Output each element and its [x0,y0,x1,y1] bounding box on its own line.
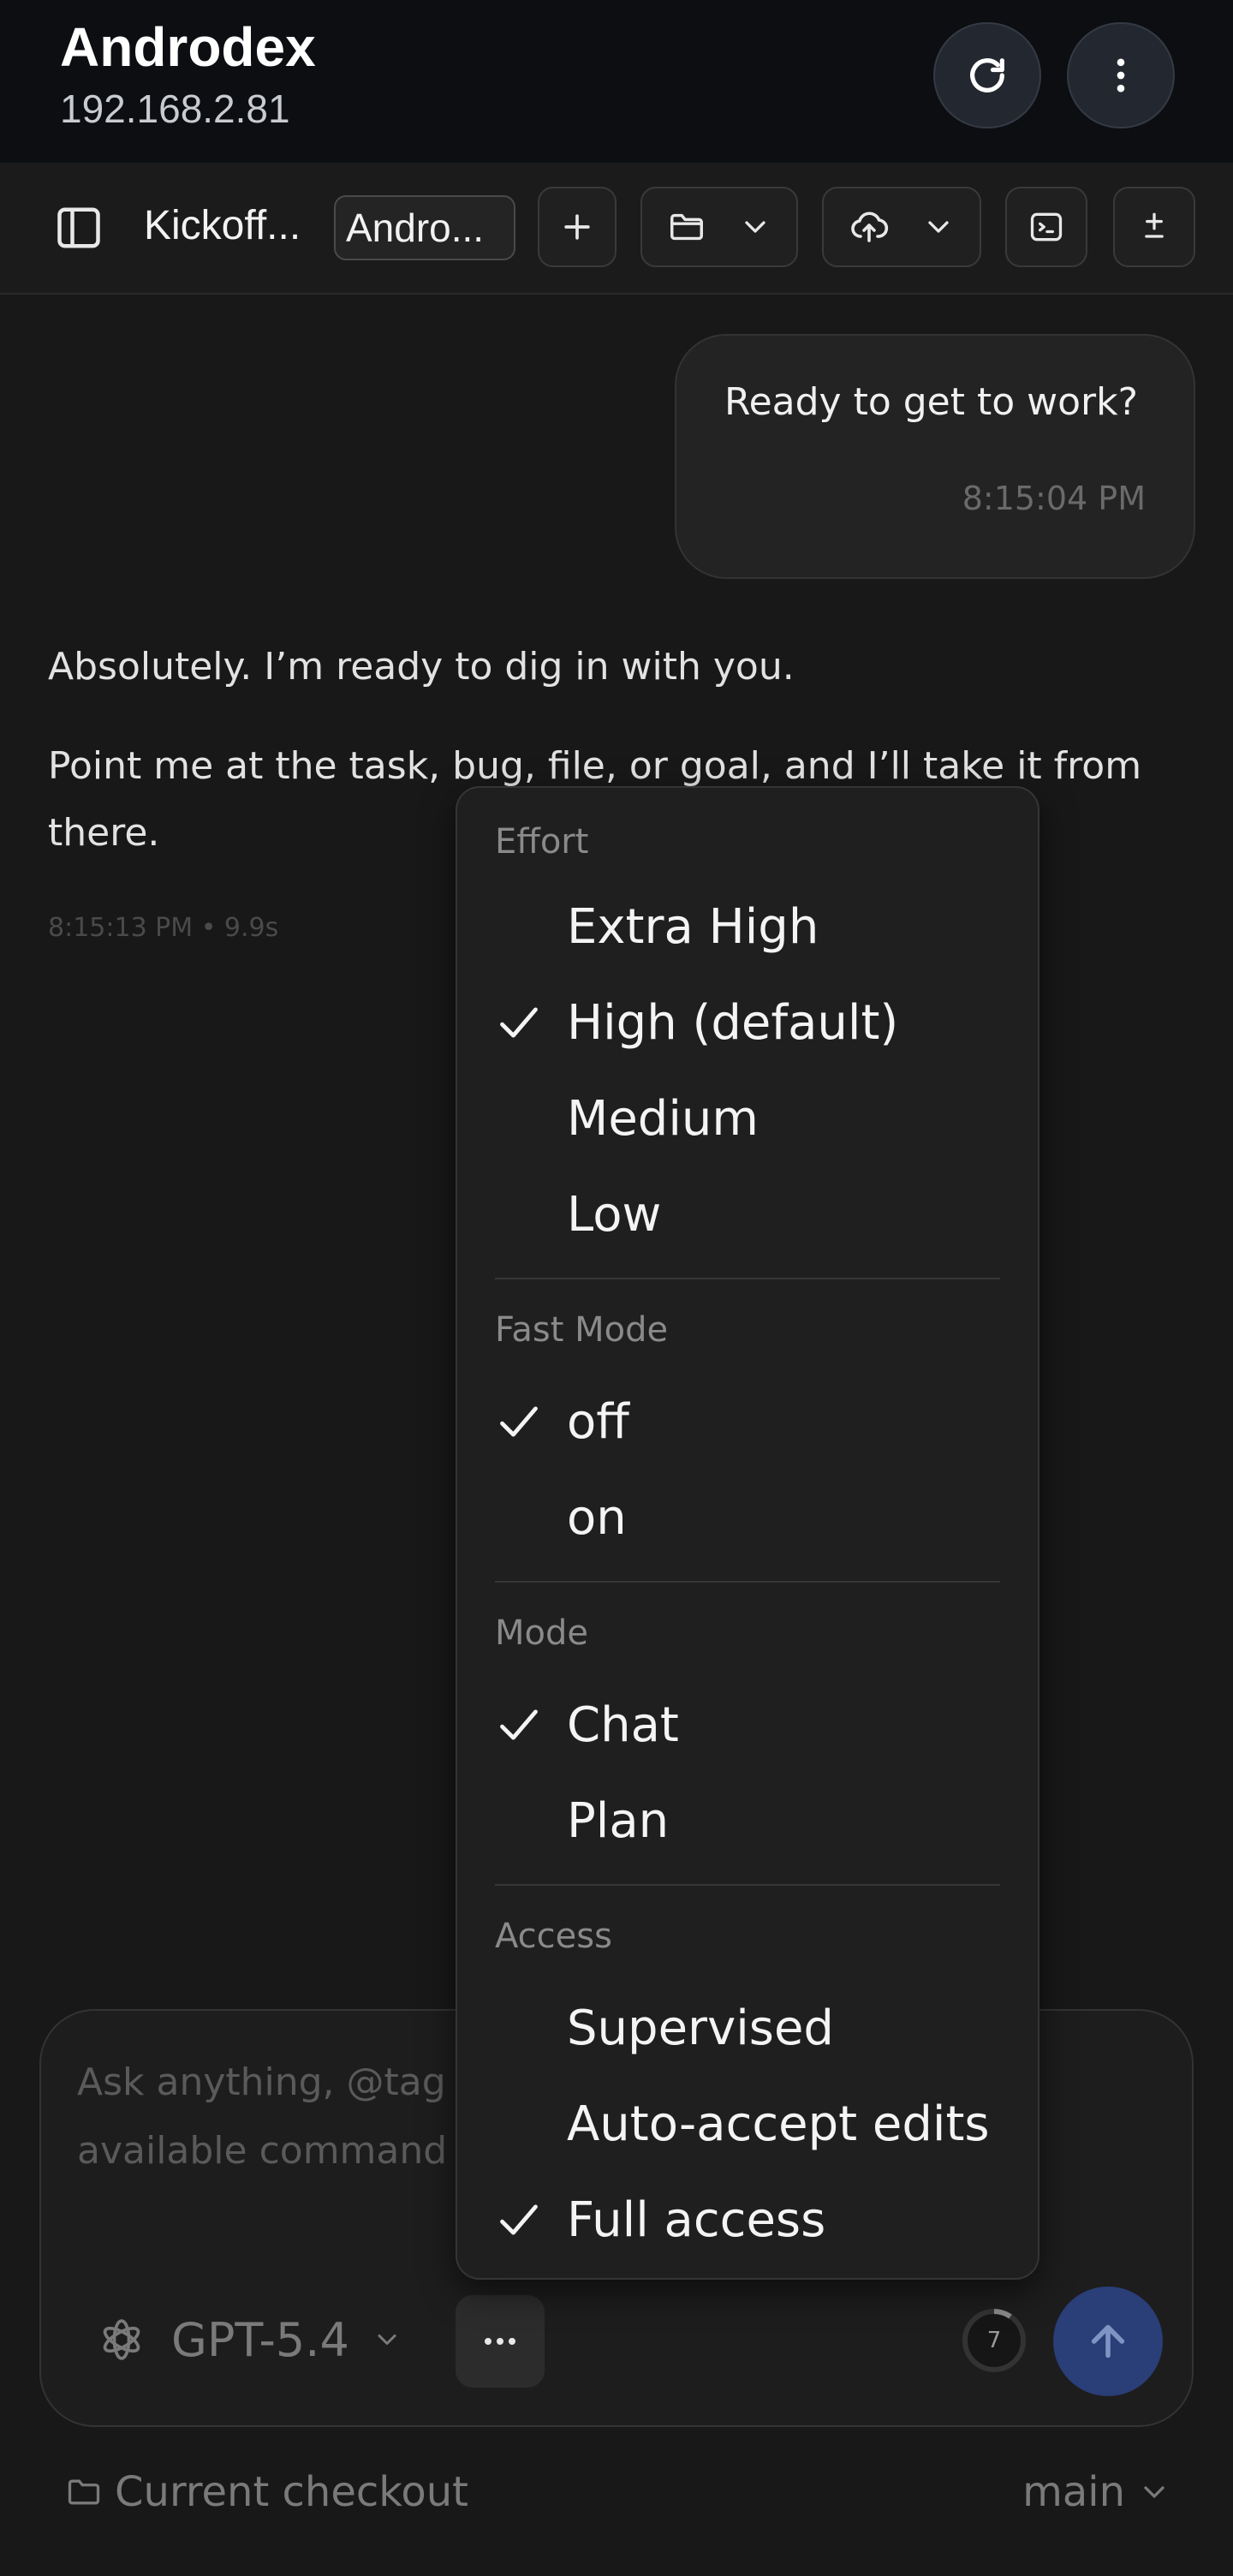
more-horizontal-icon [485,2338,515,2345]
refresh-icon [970,58,1004,92]
diff-button[interactable] [1113,187,1195,267]
assistant-message-meta: 8:15:13 PM • 9.9s [48,913,279,943]
menu-item-label: Auto-accept edits [567,2096,990,2152]
checkout-selector[interactable]: Current checkout [65,2468,468,2516]
folder-icon [670,213,703,241]
menu-item-label: on [567,1490,627,1546]
composer-options-menu: Effort Extra High High (default) Medium … [456,786,1039,2280]
menu-item-label: Supervised [567,2001,834,2056]
menu-item-effort[interactable]: High (default) [457,978,1038,1069]
menu-section-mode: Mode [495,1613,588,1653]
assistant-message-line: Absolutely. I’m ready to dig in with you… [48,645,795,689]
menu-item-label: Extra High [567,899,819,955]
menu-item-label: Plan [567,1793,670,1849]
folder-dropdown-button[interactable] [640,187,798,267]
branch-selector[interactable]: main [1022,2468,1171,2516]
menu-item-label: High (default) [567,995,899,1051]
chevron-down-icon [378,2334,396,2345]
user-message-bubble: Ready to get to work? 8:15:04 PM [675,334,1195,579]
checkout-label: Current checkout [115,2468,468,2516]
send-button[interactable] [1053,2287,1163,2396]
app-title: Androdex [60,16,316,78]
menu-item-label: Chat [567,1697,679,1753]
menu-item-label: Medium [567,1091,759,1147]
menu-item-fast-mode[interactable]: off [457,1377,1038,1468]
overflow-menu-button[interactable] [1067,22,1175,128]
folder-icon [68,2479,100,2505]
terminal-button[interactable] [1005,187,1087,267]
chevron-down-icon [1144,2486,1164,2498]
model-name: GPT-5.4 [171,2312,349,2367]
chevron-down-icon [927,221,949,233]
menu-item-effort[interactable]: Low [457,1170,1038,1261]
plus-icon [564,214,590,240]
chevron-down-icon [744,221,765,233]
openai-icon [103,2319,140,2360]
menu-item-label: Full access [567,2192,826,2248]
composer-placeholder[interactable]: Ask anything, @tag [77,2060,446,2104]
arrow-up-icon [1091,2324,1125,2358]
terminal-icon [1030,212,1063,242]
cloud-upload-icon [850,212,888,242]
model-selector[interactable]: GPT-5.4 [94,2307,402,2372]
menu-item-mode[interactable]: Plan [457,1776,1038,1867]
checkmark-icon [500,1406,538,1437]
project-chip[interactable]: Andro... [334,195,515,260]
menu-section-fast-mode: Fast Mode [495,1310,669,1350]
menu-section-effort: Effort [495,822,589,862]
menu-item-effort[interactable]: Extra High [457,882,1038,973]
more-vertical-icon [1117,58,1125,92]
assistant-message-line: there. [48,811,160,855]
composer-placeholder[interactable]: available command [77,2129,447,2173]
checkmark-icon [500,2204,538,2235]
sync-dropdown-button[interactable] [822,187,981,267]
menu-item-label: Low [567,1187,662,1243]
menu-item-label: off [567,1394,629,1450]
new-thread-button[interactable] [538,187,616,267]
menu-item-mode[interactable]: Chat [457,1680,1038,1771]
user-message-text: Ready to get to work? [724,380,1138,424]
context-count: 7 [986,2328,1002,2353]
refresh-button[interactable] [933,22,1041,128]
context-usage-indicator[interactable]: 7 [959,2305,1029,2376]
plus-minus-icon [1145,212,1164,238]
checkmark-icon [500,1709,538,1740]
user-message-time: 8:15:04 PM [962,480,1146,517]
sidebar-toggle-icon [57,207,100,248]
menu-item-fast-mode[interactable]: on [457,1473,1038,1564]
menu-item-effort[interactable]: Medium [457,1074,1038,1165]
menu-divider [495,1884,1000,1886]
branch-label: main [1022,2468,1125,2516]
menu-item-access[interactable]: Full access [457,2175,1038,2266]
host-address: 192.168.2.81 [60,86,290,131]
checkmark-icon [500,1007,538,1038]
menu-section-access: Access [495,1917,612,1956]
sidebar-toggle-button[interactable] [48,197,110,259]
thread-title[interactable]: Kickoff... [144,202,301,249]
menu-divider [495,1278,1000,1279]
composer-options-button[interactable] [456,2295,545,2388]
app-header: Androdex 192.168.2.81 [0,0,1233,163]
menu-divider [495,1581,1000,1583]
menu-item-access[interactable]: Supervised [457,1983,1038,2074]
menu-item-access[interactable]: Auto-accept edits [457,2079,1038,2170]
